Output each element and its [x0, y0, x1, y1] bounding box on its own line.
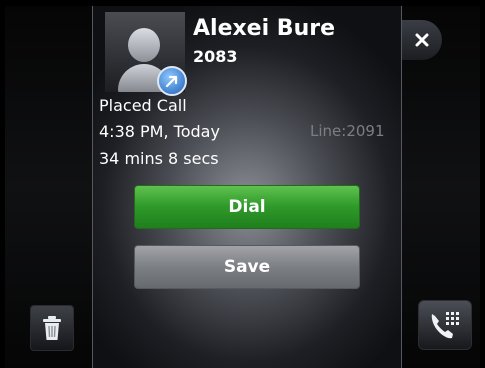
call-detail-screen: Alexei Bure 2083 Placed Call 4:38 PM, To…: [0, 0, 485, 368]
call-duration: 34 mins 8 secs: [99, 149, 219, 168]
close-icon: [415, 33, 429, 47]
phone-dialpad-icon: [431, 312, 459, 339]
delete-button[interactable]: [30, 305, 74, 351]
call-type: Placed Call: [99, 96, 187, 115]
panel-divider-left: [92, 6, 93, 368]
save-button[interactable]: Save: [134, 245, 360, 289]
dial-button[interactable]: Dial: [134, 185, 360, 229]
trash-icon: [43, 316, 61, 340]
call-time: 4:38 PM, Today: [99, 122, 220, 141]
call-line: Line:2091: [310, 122, 385, 140]
outgoing-call-arrow-icon: [157, 66, 187, 96]
contact-number: 2083: [193, 47, 238, 66]
contact-name: Alexei Bure: [193, 16, 336, 41]
close-button[interactable]: [402, 20, 442, 60]
dialpad-button[interactable]: [418, 300, 472, 350]
panel-divider-right: [401, 6, 402, 368]
person-icon: [128, 28, 160, 62]
